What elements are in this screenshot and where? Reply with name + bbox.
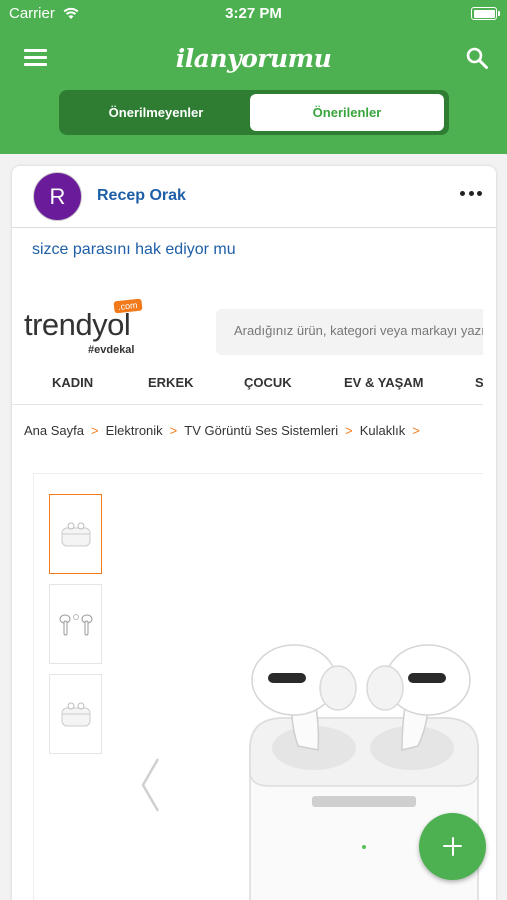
nav-item-erkek: ERKEK — [148, 375, 194, 390]
breadcrumb: Ana Sayfa > Elektronik > TV Görüntü Ses Sist… — [24, 423, 427, 438]
chevron-left-icon[interactable] — [140, 757, 160, 813]
breadcrumb-item: Ana Sayfa — [24, 423, 84, 438]
chevron-right-icon: > — [412, 423, 420, 438]
trendyol-slogan: #evdekal — [88, 344, 135, 356]
app-header: Carrier 3:27 PM ilanyorumu Önerilmeyenle… — [0, 0, 507, 154]
breadcrumb-item: TV Görüntü Ses Sistemleri — [184, 423, 339, 438]
post-text: sizce parasını hak ediyor mu — [32, 241, 236, 258]
breadcrumb-item: Elektronik — [105, 423, 163, 438]
post-card: R Recep Orak sizce parasını hak ediyor m… — [12, 166, 496, 900]
nav-item-cocuk: ÇOCUK — [244, 375, 292, 390]
status-bar: Carrier 3:27 PM — [0, 5, 507, 25]
product-thumbnail — [49, 674, 102, 754]
product-gallery — [33, 473, 483, 900]
post-image[interactable]: trendyol .com #evdekal Aradığınız ürün, … — [12, 285, 483, 900]
chevron-right-icon: > — [345, 423, 353, 438]
airpods-case-thumbnail-image — [61, 522, 90, 547]
username-link[interactable]: Recep Orak — [97, 187, 186, 205]
trendyol-search-box: Aradığınız ürün, kategori veya markayı y… — [216, 309, 483, 355]
avatar[interactable]: R — [33, 172, 82, 221]
trendyol-nav-divider — [12, 404, 483, 405]
trendyol-logo-badge: .com — [113, 298, 143, 314]
chevron-right-icon: > — [169, 423, 178, 438]
airpods-thumbnail-image — [59, 614, 92, 636]
chevron-right-icon: > — [91, 423, 99, 438]
status-time: 3:27 PM — [225, 5, 282, 22]
search-icon[interactable] — [465, 46, 489, 70]
card-divider — [12, 227, 496, 228]
add-post-button[interactable] — [419, 813, 486, 880]
product-thumbnail — [49, 584, 102, 664]
product-thumbnail — [49, 494, 102, 574]
breadcrumb-item: Kulaklık — [359, 423, 406, 438]
filter-segmented-control: Önerilmeyenler Önerilenler — [59, 90, 449, 135]
trendyol-category-nav: KADIN ERKEK ÇOCUK EV & YAŞAM S — [12, 375, 483, 397]
nav-item-ev-yasam: EV & YAŞAM — [344, 375, 424, 390]
nav-item-kadin: KADIN — [52, 375, 94, 390]
app-logo: ilanyorumu — [175, 44, 332, 73]
nav-item-s: S — [475, 375, 483, 390]
more-options-icon[interactable] — [460, 191, 482, 199]
battery-icon — [471, 7, 500, 20]
tab-onerilmeyenler[interactable]: Önerilmeyenler — [63, 94, 249, 131]
airpods-case-thumbnail-image — [61, 702, 90, 727]
tab-onerilenler[interactable]: Önerilenler — [250, 94, 444, 131]
